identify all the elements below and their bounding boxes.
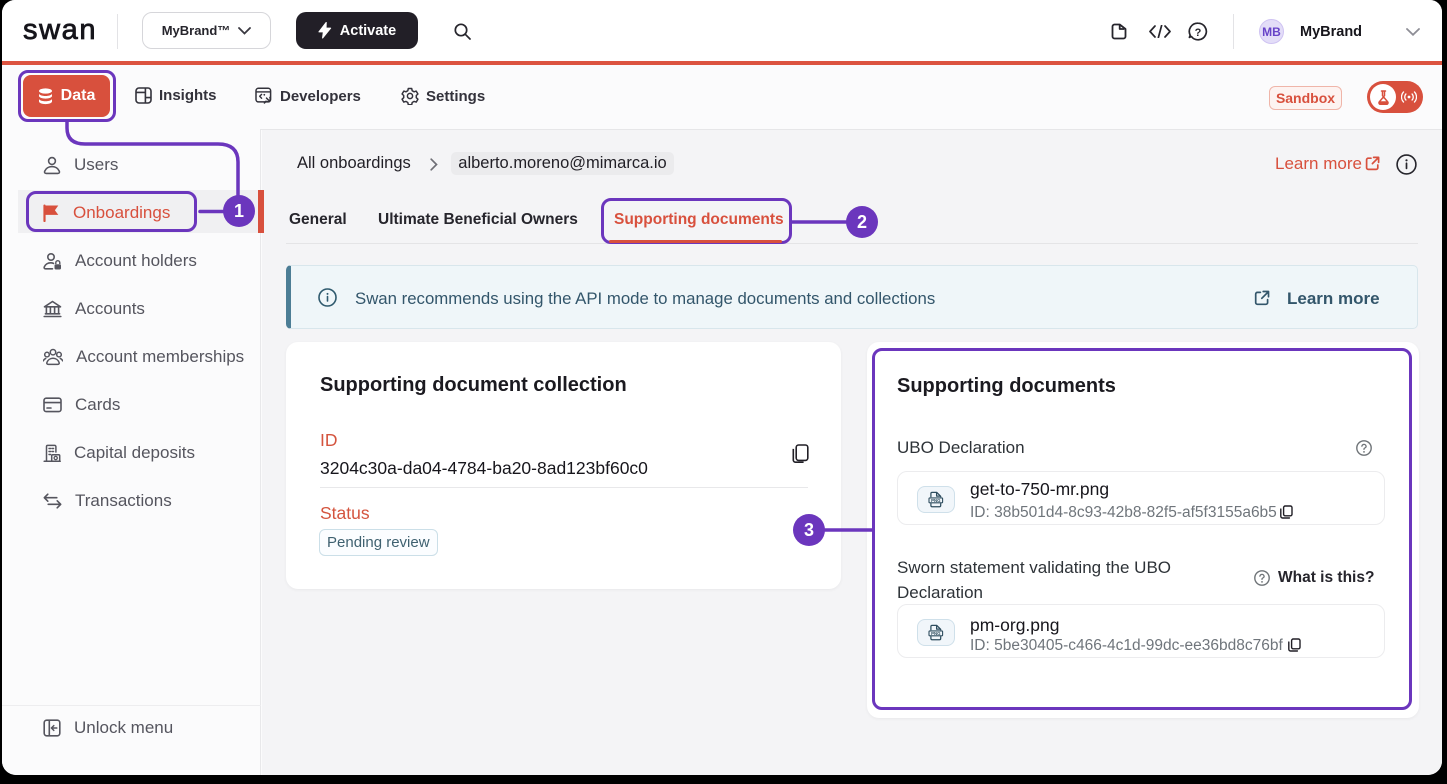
svg-text:PNG: PNG <box>931 630 941 635</box>
svg-text:PNG: PNG <box>931 497 941 502</box>
svg-text:?: ? <box>1195 27 1202 39</box>
